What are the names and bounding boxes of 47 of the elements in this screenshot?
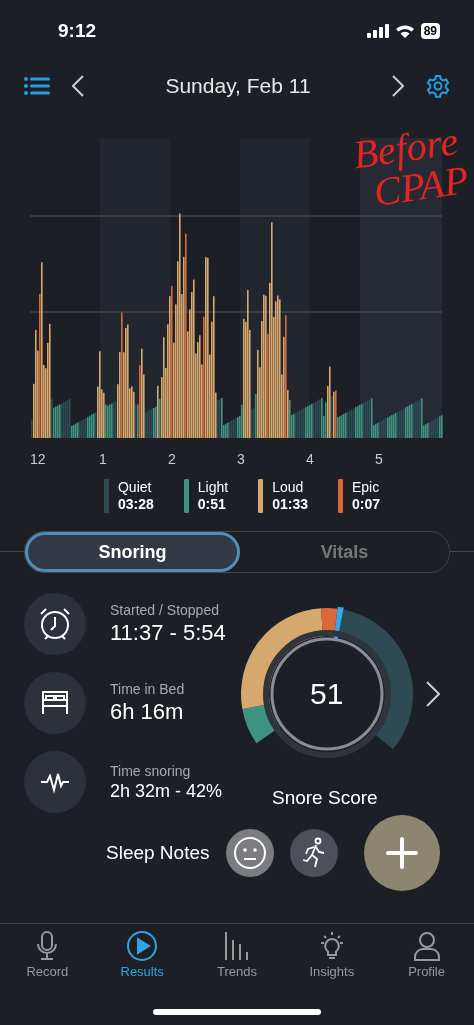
heartbeat-icon — [24, 751, 86, 813]
forward-chevron-icon[interactable] — [392, 75, 404, 97]
legend-label: Epic — [351, 479, 380, 496]
legend-label: Light — [197, 479, 229, 496]
wifi-icon — [394, 24, 415, 38]
hour-label: 1 — [99, 451, 108, 467]
back-chevron-icon[interactable] — [72, 75, 84, 97]
legend-time: 0:51 — [197, 496, 227, 513]
stat-label: Time snoring — [110, 762, 192, 779]
score-label: Snore Score — [272, 787, 378, 809]
nav-item[interactable]: Record — [7, 930, 88, 1001]
stat-label: Started / Stopped — [110, 602, 220, 618]
stat-value: 2h 32m - 42% — [110, 780, 223, 802]
hour-label: 3 — [237, 451, 246, 467]
legend-label: Loud — [272, 479, 305, 496]
legend-label: Quiet — [118, 479, 153, 496]
score-value: 51 — [310, 677, 344, 711]
tab[interactable]: Snoring — [25, 532, 240, 572]
status-time: 9:12 — [58, 20, 97, 42]
neutral-face-button[interactable] — [225, 829, 274, 877]
play-icon — [126, 930, 159, 962]
legend-time: 0:07 — [351, 496, 380, 513]
add-button[interactable] — [363, 815, 440, 891]
nav-item[interactable]: Results — [102, 930, 183, 1001]
signal-icon — [366, 24, 389, 38]
chevron-right-icon[interactable] — [425, 681, 440, 707]
list-icon[interactable] — [24, 76, 50, 96]
nav-item[interactable]: Trends — [197, 930, 277, 1001]
date-title: Sunday, Feb 11 — [164, 74, 312, 98]
hour-label: 4 — [306, 451, 315, 467]
stat-label: Time in Bed — [110, 681, 185, 697]
nav-item[interactable]: Insights — [291, 930, 372, 1001]
settings-icon[interactable] — [426, 74, 450, 98]
alarm-clock-icon — [24, 593, 86, 655]
runner-button[interactable] — [289, 829, 338, 877]
stat-value: 6h 16m — [110, 699, 185, 725]
stat-value: 11:37 - 5:54 — [110, 620, 226, 646]
legend-time: 03:28 — [118, 496, 154, 513]
hour-label: 12 — [30, 451, 47, 467]
hour-label: 5 — [375, 451, 384, 467]
legend-time: 01:33 — [272, 496, 308, 513]
battery-indicator: 89 — [420, 23, 440, 39]
nav-item[interactable]: Profile — [386, 930, 467, 1001]
sleep-notes-label: Sleep Notes — [106, 842, 210, 864]
bed-icon — [24, 672, 86, 734]
tab[interactable]: Vitals — [240, 532, 449, 572]
hour-label: 2 — [168, 451, 177, 467]
